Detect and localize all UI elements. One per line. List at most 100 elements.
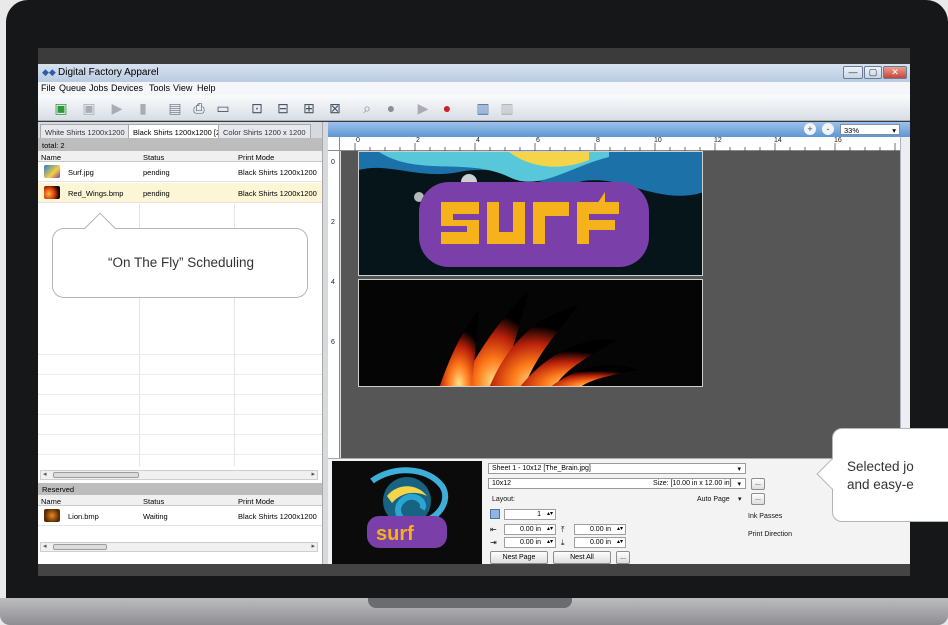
menu-devices[interactable]: Devices [111, 83, 143, 93]
menu-file[interactable]: File [41, 83, 56, 93]
queue-row-selected[interactable]: Red_Wings.bmp pending Black Shirts 1200x… [38, 183, 322, 203]
selected-job-callout-line1: Selected jo [847, 459, 914, 474]
chevron-down-icon: ▾ [737, 466, 741, 473]
pause-icon[interactable]: ▮ [134, 99, 152, 117]
layout-value[interactable]: Auto Page [697, 496, 730, 503]
red-wings-artwork[interactable] [358, 279, 703, 387]
column-name-header[interactable]: Name [41, 153, 61, 162]
print-canvas[interactable] [341, 151, 900, 458]
sheet-select[interactable]: Sheet 1 - 10x12 [The_Brain.jpg] ▾ [488, 463, 746, 474]
menu-view[interactable]: View [173, 83, 192, 93]
column-print-mode-header[interactable]: Print Mode [238, 497, 274, 506]
play-icon[interactable]: ▶ [108, 99, 126, 117]
margin-top-value: 0.00 in [589, 526, 611, 533]
scrollbar-thumb[interactable] [53, 472, 139, 478]
copies-stepper[interactable]: 1 ▴▾ [504, 509, 556, 520]
surf-artwork-graphic [359, 152, 702, 267]
layout-fit-icon[interactable]: ⊟ [274, 99, 292, 117]
scroll-left-icon[interactable]: ◂ [43, 470, 47, 478]
queue-horizontal-scrollbar[interactable]: ◂ ▸ [40, 470, 318, 480]
minimize-button[interactable]: — [843, 66, 863, 79]
stepper-arrows-icon[interactable]: ▴▾ [617, 538, 623, 545]
zoom-select[interactable]: 33% ▾ [840, 124, 900, 135]
canvas-vertical-scrollbar[interactable] [900, 137, 910, 458]
layout-center-icon[interactable]: ⊡ [248, 99, 266, 117]
grid-line [38, 454, 322, 455]
ruler-label: 4 [331, 279, 335, 286]
reserved-row[interactable]: Lion.bmp Waiting Black Shirts 1200x1200 [38, 506, 322, 526]
close-button[interactable]: ✕ [883, 66, 907, 79]
add-job-icon[interactable]: ▣ [52, 99, 70, 117]
scrollbar-thumb[interactable] [53, 544, 107, 550]
column-status-header[interactable]: Status [143, 153, 164, 162]
menu-jobs[interactable]: Jobs [89, 83, 108, 93]
nest-page-button[interactable]: Nest Page [490, 551, 548, 564]
column-status-header[interactable]: Status [143, 497, 164, 506]
menu-tools[interactable]: Tools [149, 83, 170, 93]
tab-white-shirts[interactable]: White Shirts 1200x1200 [40, 124, 130, 138]
nest-options-button[interactable]: ... [616, 551, 630, 564]
scroll-right-icon[interactable]: ▸ [311, 470, 315, 478]
job-thumbnail [44, 165, 60, 178]
layout-frame-icon[interactable]: ⊞ [300, 99, 318, 117]
window-title: Digital Factory Apparel [58, 67, 159, 78]
chevron-down-icon[interactable]: ▾ [738, 495, 742, 503]
printer-icon[interactable]: ⎙ [190, 99, 208, 117]
stepper-arrows-icon[interactable]: ▴▾ [617, 525, 623, 532]
scroll-right-icon[interactable]: ▸ [311, 542, 315, 550]
tab-color-shirts[interactable]: Color Shirts 1200 x 1200 [218, 124, 311, 138]
margin-left-stepper[interactable]: 0.00 in ▴▾ [504, 524, 556, 535]
job-status: Waiting [143, 512, 168, 521]
maximize-button[interactable]: ▢ [864, 66, 882, 79]
zoom-in-icon[interactable]: + [804, 123, 816, 135]
column-name-header[interactable]: Name [41, 497, 61, 506]
zoom-out-icon[interactable]: - [822, 123, 834, 135]
selected-job-callout-line2: and easy-e [847, 477, 914, 492]
menu-queue[interactable]: Queue [59, 83, 86, 93]
nest-all-button[interactable]: Nest All [553, 551, 611, 564]
reserved-header: Name Status Print Mode [38, 495, 322, 506]
queue-tabs: White Shirts 1200x1200 Black Shirts 1200… [38, 122, 322, 138]
ruler-label: 8 [596, 137, 600, 144]
queue-pane: White Shirts 1200x1200 Black Shirts 1200… [38, 122, 322, 564]
toolbar: ▣ ▣ ▶ ▮ ▤ ⎙ ▭ ⊡ ⊟ ⊞ ⊠ ⌕ ● ▶ ● ▥ ▥ [38, 95, 910, 121]
reserved-horizontal-scrollbar[interactable]: ◂ ▸ [40, 542, 318, 552]
job-name: Lion.bmp [68, 512, 99, 521]
chevron-down-icon: ▾ [737, 481, 741, 488]
queue-total: total: 2 [38, 138, 322, 151]
tab-black-shirts[interactable]: Black Shirts 1200x1200 [2] [128, 124, 228, 138]
monitor-icon[interactable]: ▭ [214, 99, 232, 117]
sheet-preview-graphic: surf [367, 467, 449, 548]
ruler-label: 16 [834, 137, 842, 144]
margin-right-value: 0.00 in [519, 539, 541, 546]
surf-artwork[interactable] [358, 151, 703, 276]
sheet-size-field[interactable]: 10x12 Size: [10.00 in x 12.00 in] ▾ [488, 478, 746, 489]
document-icon[interactable]: ▤ [166, 99, 184, 117]
margin-right-stepper[interactable]: 0.00 in ▴▾ [504, 537, 556, 548]
size-options-button[interactable]: ... [751, 478, 765, 490]
stop-icon[interactable]: ● [382, 99, 400, 117]
stepper-arrows-icon[interactable]: ▴▾ [547, 525, 553, 532]
selected-job-callout: Selected jo and easy-e [816, 428, 948, 522]
sheet-preview: surf [332, 461, 482, 565]
scroll-left-icon[interactable]: ◂ [43, 542, 47, 550]
menu-help[interactable]: Help [197, 83, 216, 93]
column-print-mode-header[interactable]: Print Mode [238, 153, 274, 162]
queue-list-icon[interactable]: ▥ [474, 99, 492, 117]
margin-left-value: 0.00 in [519, 526, 541, 533]
magnify-icon[interactable]: ⌕ [358, 99, 376, 117]
margin-top-stepper[interactable]: 0.00 in ▴▾ [574, 524, 626, 535]
delete-job-icon[interactable]: ▣ [80, 99, 98, 117]
print-stop-icon[interactable]: ● [438, 99, 456, 117]
queue-row[interactable]: Surf.jpg pending Black Shirts 1200x1200 [38, 162, 322, 182]
layout-options-button[interactable]: ... [751, 493, 765, 505]
print-start-icon[interactable]: ▶ [414, 99, 432, 117]
stepper-arrows-icon[interactable]: ▴▾ [547, 510, 553, 517]
queue-stack-icon[interactable]: ▥ [498, 99, 516, 117]
zoom-value: 33% [844, 126, 860, 135]
stepper-arrows-icon[interactable]: ▴▾ [547, 538, 553, 545]
ruler-label: 6 [536, 137, 540, 144]
layout-scale-icon[interactable]: ⊠ [326, 99, 344, 117]
ruler-label: 2 [331, 219, 335, 226]
margin-bottom-stepper[interactable]: 0.00 in ▴▾ [574, 537, 626, 548]
